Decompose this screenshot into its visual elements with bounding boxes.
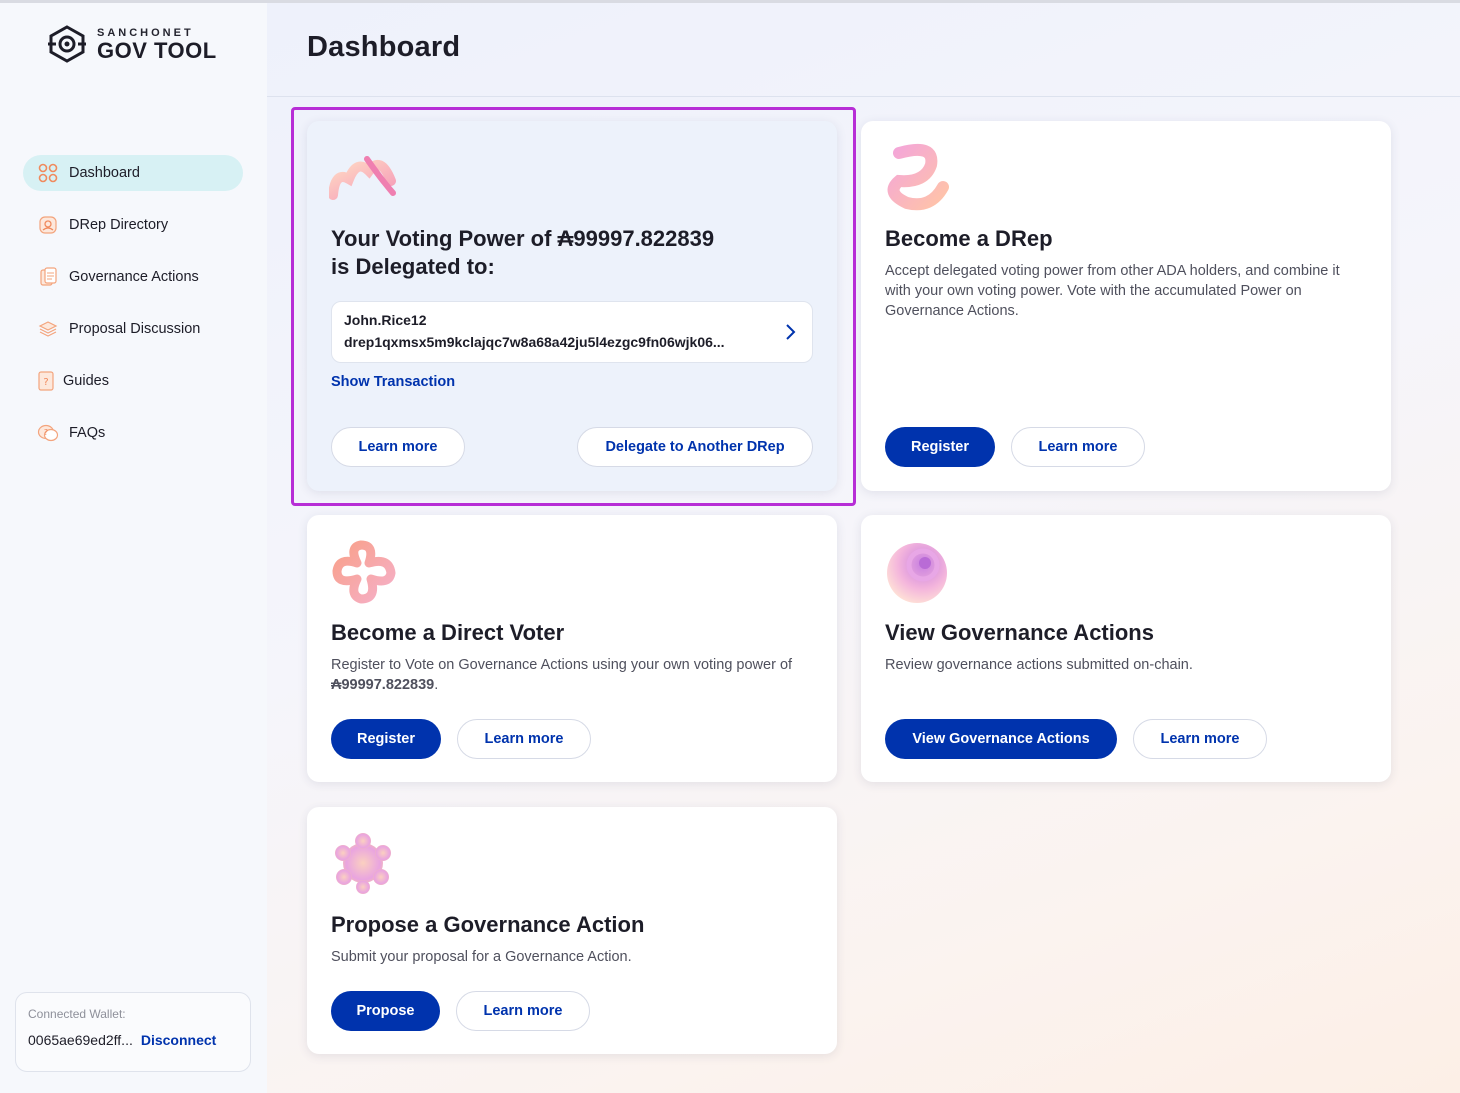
- page-title: Dashboard: [307, 31, 461, 63]
- direct-voter-learn-more-button[interactable]: Learn more: [457, 719, 591, 759]
- govtool-logo-icon: [48, 25, 86, 63]
- sidebar-item-label: Governance Actions: [69, 269, 199, 285]
- sidebar-item-label: Proposal Discussion: [69, 321, 201, 337]
- direct-voter-title: Become a Direct Voter: [331, 620, 565, 645]
- sidebar-item-label: Guides: [63, 373, 109, 389]
- propose-button[interactable]: Propose: [331, 991, 440, 1031]
- proposal-discussion-icon: [37, 318, 59, 340]
- drep-directory-icon: [37, 214, 59, 236]
- sidebar-item-label: DRep Directory: [69, 217, 169, 233]
- voting-power-delegated-card: Your Voting Power of ₳99997.822839 is De…: [307, 121, 837, 491]
- dashboard-icon: [37, 162, 59, 184]
- sidebar-item-faqs[interactable]: ? FAQs: [23, 415, 243, 451]
- connected-wallet-panel: Connected Wallet: 0065ae69ed2ff... Disco…: [15, 992, 251, 1072]
- sidebar-nav: Dashboard DRep Directory Governance Acti…: [23, 155, 243, 467]
- delegation-swirl-image: [329, 156, 396, 200]
- drep-swirl-image: [887, 144, 949, 211]
- disconnect-button[interactable]: Disconnect: [141, 1032, 216, 1048]
- sidebar-item-governance-actions[interactable]: Governance Actions: [23, 259, 243, 295]
- chevron-right-icon: [786, 324, 796, 340]
- view-governance-actions-button[interactable]: View Governance Actions: [885, 719, 1117, 759]
- delegation-learn-more-button[interactable]: Learn more: [331, 427, 465, 467]
- propose-description: Submit your proposal for a Governance Ac…: [331, 949, 632, 965]
- direct-voter-description: Register to Vote on Governance Actions u…: [331, 657, 793, 693]
- become-drep-description: Accept delegated voting power from other…: [885, 263, 1340, 319]
- direct-voter-register-button[interactable]: Register: [331, 719, 441, 759]
- propose-flower-image: [335, 833, 391, 894]
- view-governance-actions-card: View Governance Actions Review governanc…: [861, 515, 1391, 782]
- guides-icon: ?: [37, 370, 55, 392]
- svg-text:?: ?: [44, 428, 48, 437]
- show-transaction-link[interactable]: Show Transaction: [331, 374, 455, 390]
- propose-title: Propose a Governance Action: [331, 912, 645, 937]
- page-header: Dashboard: [267, 3, 1460, 97]
- delegation-title-line1: Your Voting Power of ₳99997.822839: [331, 226, 715, 251]
- delegated-drep-item[interactable]: John.Rice12 drep1qxmsx5m9kclajqc7w8a68a4…: [331, 301, 813, 363]
- become-drep-title: Become a DRep: [885, 226, 1053, 251]
- govtool-logo[interactable]: SANCHONET GOV TOOL: [46, 24, 217, 64]
- sidebar-item-drep-directory[interactable]: DRep Directory: [23, 207, 243, 243]
- become-direct-voter-card: Become a Direct Voter Register to Vote o…: [307, 515, 837, 782]
- logo-network-label: SANCHONET: [97, 26, 194, 39]
- drep-register-button[interactable]: Register: [885, 427, 995, 467]
- connected-wallet-label: Connected Wallet:: [28, 1007, 126, 1021]
- faqs-icon: ?: [37, 422, 59, 444]
- sidebar-item-dashboard[interactable]: Dashboard: [23, 155, 243, 191]
- main-content: Dashboard Your Voting Power of ₳99997.82…: [267, 3, 1460, 1093]
- delegation-title-line2: is Delegated to:: [331, 254, 495, 279]
- view-actions-learn-more-button[interactable]: Learn more: [1133, 719, 1267, 759]
- governance-sphere-image: [887, 543, 947, 603]
- propose-governance-action-card: Propose a Governance Action Submit your …: [307, 807, 837, 1054]
- drep-learn-more-button[interactable]: Learn more: [1011, 427, 1145, 467]
- propose-learn-more-button[interactable]: Learn more: [456, 991, 590, 1031]
- view-governance-actions-description: Review governance actions submitted on-c…: [885, 657, 1193, 673]
- logo-title: GOV TOOL: [97, 37, 217, 63]
- sidebar: SANCHONET GOV TOOL Dashboard DRep Direct…: [0, 3, 267, 1093]
- delegate-to-another-drep-button[interactable]: Delegate to Another DRep: [577, 427, 813, 467]
- sidebar-item-label: Dashboard: [69, 165, 140, 181]
- direct-voter-knot-image: [332, 540, 396, 604]
- view-governance-actions-title: View Governance Actions: [885, 620, 1154, 645]
- sidebar-item-guides[interactable]: ? Guides: [23, 363, 243, 399]
- sidebar-item-label: FAQs: [69, 425, 106, 441]
- voting-power-amount: ₳99997.822839: [331, 677, 435, 693]
- drep-name: John.Rice12: [344, 312, 427, 328]
- wallet-address: 0065ae69ed2ff...: [28, 1032, 133, 1048]
- sidebar-item-proposal-discussion[interactable]: Proposal Discussion: [23, 311, 243, 347]
- governance-actions-icon: [37, 266, 59, 288]
- drep-id: drep1qxmsx5m9kclajqc7w8a68a42ju5l4ezgc9f…: [344, 334, 725, 350]
- svg-text:?: ?: [43, 377, 48, 388]
- become-drep-card: Become a DRep Accept delegated voting po…: [861, 121, 1391, 491]
